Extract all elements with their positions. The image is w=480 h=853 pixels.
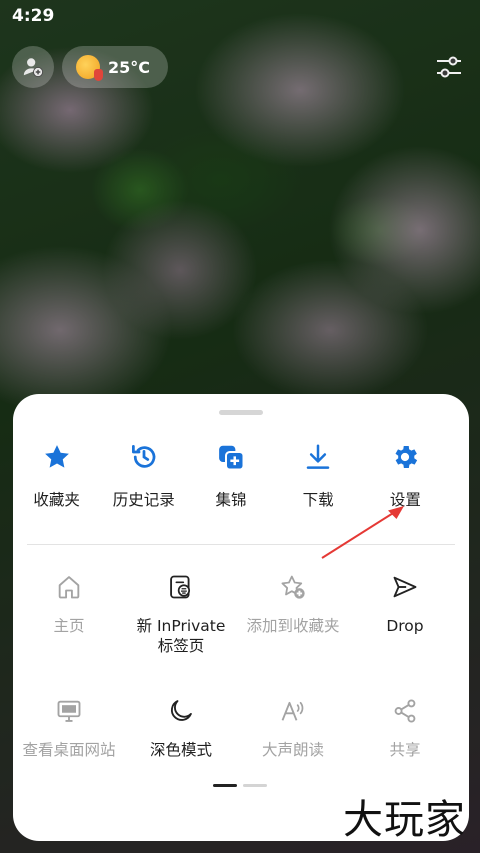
menu-middle-row: 主页 新 InPrivate 标签页 添加到收藏夹 Drop bbox=[13, 572, 469, 656]
menu-item-collections[interactable]: 集锦 bbox=[187, 442, 274, 510]
read-aloud-icon bbox=[281, 701, 304, 721]
send-icon bbox=[393, 576, 417, 598]
annotation-arrow-icon bbox=[321, 506, 404, 559]
menu-item-label: 集锦 bbox=[215, 491, 247, 509]
sheet-drag-handle[interactable] bbox=[219, 410, 263, 415]
menu-item-label: 收藏夹 bbox=[33, 491, 80, 509]
desktop-icon bbox=[57, 700, 81, 722]
inprivate-tab-icon bbox=[170, 575, 191, 599]
page-dot-inactive[interactable] bbox=[243, 784, 267, 787]
add-profile-button[interactable] bbox=[12, 46, 54, 88]
menu-item-desktop-site[interactable]: 查看桌面网站 bbox=[13, 696, 125, 760]
menu-item-add-to-favorites[interactable]: 添加到收藏夹 bbox=[237, 572, 349, 656]
menu-item-label: 历史记录 bbox=[112, 491, 175, 509]
menu-bottom-row: 查看桌面网站 深色模式 大声朗读 共享 bbox=[13, 696, 469, 760]
menu-item-inprivate-tab[interactable]: 新 InPrivate 标签页 bbox=[125, 572, 237, 656]
menu-item-favorites[interactable]: 收藏夹 bbox=[13, 442, 100, 510]
download-icon bbox=[306, 444, 330, 469]
menu-item-dark-mode[interactable]: 深色模式 bbox=[125, 696, 237, 760]
menu-item-label: 查看桌面网站 bbox=[22, 741, 116, 759]
gear-icon bbox=[395, 446, 418, 468]
menu-item-label: 添加到收藏夹 bbox=[246, 617, 340, 635]
page-dot-active bbox=[213, 784, 237, 787]
star-add-icon bbox=[281, 575, 305, 599]
star-icon bbox=[44, 445, 69, 468]
home-icon bbox=[58, 576, 80, 599]
menu-item-label: 大声朗读 bbox=[261, 741, 324, 759]
menu-item-read-aloud[interactable]: 大声朗读 bbox=[237, 696, 349, 760]
menu-bottom-sheet: 收藏夹 历史记录 集锦 下载 设置 主页 新 InPrivate 标签页 添加到… bbox=[13, 394, 469, 841]
menu-item-label: 主页 bbox=[53, 617, 85, 635]
menu-item-label: Drop bbox=[386, 617, 424, 635]
weather-temperature: 25°C bbox=[108, 57, 151, 77]
add-profile-icon bbox=[23, 58, 44, 78]
share-icon bbox=[394, 699, 416, 723]
menu-item-share[interactable]: 共享 bbox=[349, 696, 461, 760]
menu-item-home[interactable]: 主页 bbox=[13, 572, 125, 656]
tune-sliders-icon[interactable] bbox=[434, 52, 464, 82]
menu-item-label: 新 InPrivate 标签页 bbox=[136, 617, 226, 655]
sun-icon bbox=[76, 55, 103, 81]
collections-icon bbox=[219, 445, 245, 471]
moon-icon bbox=[170, 700, 192, 721]
watermark-logo: 大玩家 bbox=[343, 797, 466, 843]
menu-item-label: 共享 bbox=[389, 741, 421, 759]
page-indicator bbox=[213, 784, 267, 787]
menu-item-label: 深色模式 bbox=[149, 741, 212, 759]
status-bar-time: 4:29 bbox=[12, 6, 55, 26]
history-icon bbox=[131, 445, 156, 468]
menu-item-history[interactable]: 历史记录 bbox=[100, 442, 187, 510]
weather-chip[interactable]: 25°C bbox=[62, 46, 168, 88]
menu-item-drop[interactable]: Drop bbox=[349, 572, 461, 656]
